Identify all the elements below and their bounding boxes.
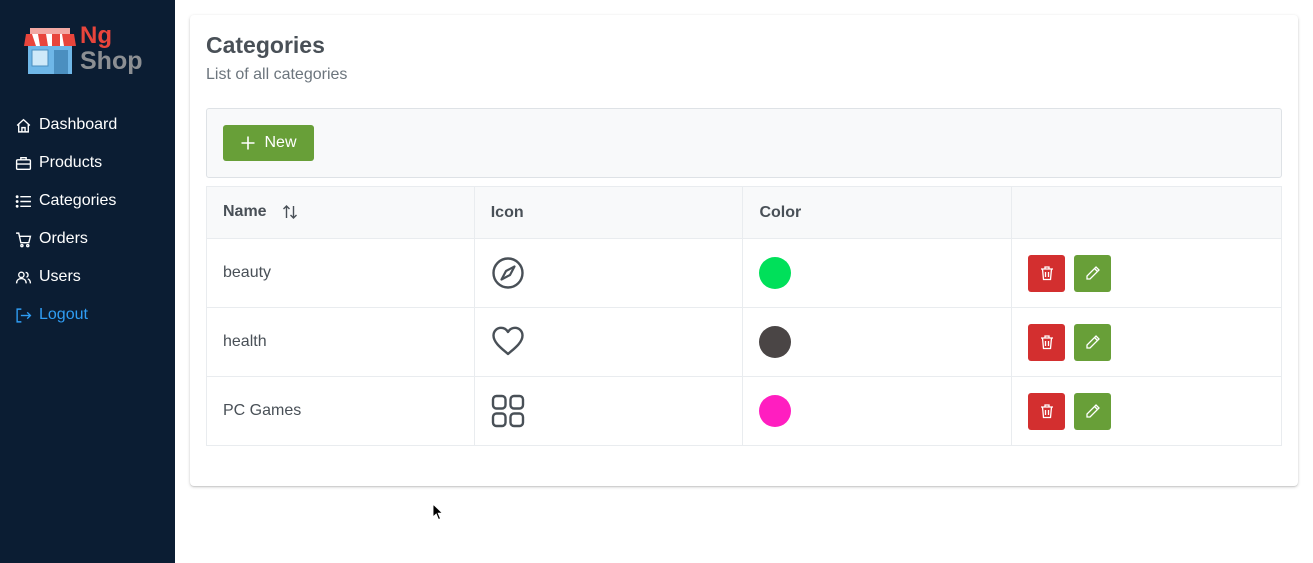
- delete-button[interactable]: [1028, 254, 1066, 292]
- sidebar-item-label: Products: [39, 154, 103, 171]
- trash-icon: [1040, 335, 1053, 350]
- color-swatch: [759, 395, 792, 427]
- sidebar-item-label: Logout: [39, 306, 88, 323]
- new-category-button[interactable]: New: [223, 125, 314, 161]
- plus-icon: [241, 136, 255, 150]
- sidebar-item-label: Categories: [39, 192, 117, 209]
- sidebar-nav: Dashboard Products Categories Orders Use…: [0, 106, 175, 334]
- column-header-name[interactable]: Name: [206, 186, 475, 239]
- category-icon-cell: [473, 238, 744, 308]
- compass-icon: [492, 257, 524, 289]
- category-color-cell: [742, 307, 1013, 377]
- sidebar-item-users[interactable]: Users: [0, 258, 175, 296]
- pencil-icon: [1086, 266, 1100, 280]
- sidebar-item-products[interactable]: Products: [0, 144, 175, 182]
- page-title: Categories: [206, 32, 325, 58]
- table-row: PC Games: [206, 376, 1282, 446]
- column-header-actions: [1011, 186, 1282, 239]
- category-name: health: [206, 307, 475, 377]
- list-icon: [14, 192, 32, 210]
- category-icon-cell: [473, 307, 744, 377]
- new-button-label: New: [264, 134, 297, 151]
- category-color-cell: [742, 238, 1013, 308]
- cart-icon: [14, 230, 32, 248]
- trash-icon: [1040, 404, 1053, 419]
- sidebar-item-logout[interactable]: Logout: [0, 296, 175, 334]
- sidebar-item-label: Orders: [39, 230, 88, 247]
- color-swatch: [759, 257, 792, 289]
- category-actions-cell: [1011, 238, 1282, 308]
- briefcase-icon: [14, 154, 32, 172]
- delete-button[interactable]: [1028, 323, 1066, 361]
- sidebar-item-label: Dashboard: [39, 116, 118, 133]
- category-actions-cell: [1011, 376, 1282, 446]
- pencil-icon: [1086, 335, 1100, 349]
- pencil-icon: [1086, 404, 1100, 418]
- home-icon: [14, 116, 32, 134]
- table-row: beauty: [206, 238, 1282, 308]
- store-logo[interactable]: Ng Shop: [24, 22, 148, 80]
- edit-button[interactable]: [1074, 392, 1112, 430]
- delete-button[interactable]: [1028, 392, 1066, 430]
- logo-text-ng: Ng: [80, 22, 112, 49]
- heart-icon: [492, 326, 524, 356]
- storefront-icon: [24, 28, 76, 74]
- sidebar: Ng Shop Dashboard Products Categories Or…: [0, 0, 175, 563]
- column-header-color: Color: [742, 186, 1013, 239]
- table-header-row: Name Icon Color: [206, 186, 1282, 239]
- edit-button[interactable]: [1074, 323, 1112, 361]
- category-name: PC Games: [206, 376, 475, 446]
- sort-icon[interactable]: [281, 203, 299, 221]
- th-large-icon: [491, 394, 524, 428]
- app: Ng Shop Dashboard Products Categories Or…: [0, 0, 1313, 563]
- categories-card: Categories List of all categories New Na…: [190, 15, 1298, 486]
- category-name: beauty: [206, 238, 475, 308]
- sidebar-item-orders[interactable]: Orders: [0, 220, 175, 258]
- users-icon: [14, 268, 32, 286]
- trash-icon: [1040, 266, 1053, 281]
- table-row: health: [206, 307, 1282, 377]
- sign-out-icon: [14, 306, 32, 324]
- sidebar-item-categories[interactable]: Categories: [0, 182, 175, 220]
- sidebar-item-label: Users: [39, 268, 81, 285]
- toolbar: New: [206, 108, 1282, 178]
- categories-table: Name Icon Color beauty health PC Games: [206, 186, 1282, 446]
- category-actions-cell: [1011, 307, 1282, 377]
- sidebar-item-dashboard[interactable]: Dashboard: [0, 106, 175, 144]
- category-color-cell: [742, 376, 1013, 446]
- mouse-cursor-icon: [432, 503, 444, 521]
- page-subtitle: List of all categories: [206, 66, 348, 83]
- column-header-icon: Icon: [473, 186, 744, 239]
- logo-text-shop: Shop: [80, 47, 143, 75]
- edit-button[interactable]: [1074, 254, 1112, 292]
- column-header-label: Name: [223, 203, 267, 221]
- category-icon-cell: [473, 376, 744, 446]
- color-swatch: [759, 326, 792, 358]
